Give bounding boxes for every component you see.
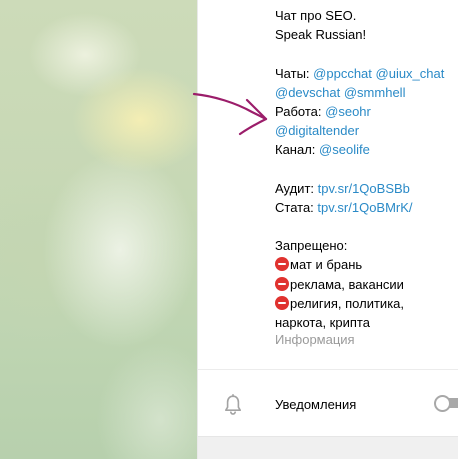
work-line: Работа: @seohr [275,102,457,121]
no-entry-emoji-icon [275,295,289,310]
bell-icon [225,394,241,415]
channel-line: Канал: @seolife [275,140,457,159]
notifications-label: Уведомления [275,397,357,412]
rule-item-1: мат и брань [275,255,457,274]
no-entry-emoji-icon [275,276,289,291]
channel-label: Канал: [275,142,316,158]
section-divider [198,369,458,370]
link-devschat[interactable]: @devschat [275,85,340,100]
forbidden-title: Запрещено: [275,238,348,254]
link-audit[interactable]: tpv.sr/1QoBSBb [318,181,410,196]
rule-item-2: реклама, вакансии [275,275,457,294]
rule-text-1: мат и брань [290,257,363,273]
work-line-2: @digitaltender [275,121,457,140]
stats-line: Стата: tpv.sr/1QoBMrK/ [275,198,457,217]
notifications-toggle[interactable] [434,395,458,412]
link-seohr[interactable]: @seohr [325,104,371,119]
link-stats[interactable]: tpv.sr/1QoBMrK/ [317,200,412,215]
notifications-row[interactable]: Уведомления [198,380,458,426]
info-caption: Информация [275,332,355,347]
no-entry-emoji-icon [275,257,289,272]
channel-info-panel: Чат про SEO. Speak Russian! Чаты: @ppcch… [197,0,458,459]
description-line-2: Speak Russian! [275,27,367,43]
link-ppcchat[interactable]: @ppcchat [313,66,372,81]
chats-line-2: @devschat @smmhell [275,83,457,102]
audit-label: Аудит: [275,180,315,196]
chat-wallpaper [0,0,197,459]
link-uiux-chat[interactable]: @uiux_chat [376,66,445,81]
stats-label: Стата: [275,199,314,215]
chats-line: Чаты: @ppcchat @uiux_chat [275,64,457,83]
description-line-1: Чат про SEO. [275,8,357,23]
link-digitaltender[interactable]: @digitaltender [275,123,359,138]
rule-text-2: реклама, вакансии [290,276,404,292]
link-seolife[interactable]: @seolife [319,142,370,157]
chats-label: Чаты: [275,65,310,81]
audit-line: Аудит: tpv.sr/1QoBSBb [275,179,457,198]
link-smmhell[interactable]: @smmhell [344,85,406,100]
toggle-knob [434,395,451,412]
work-label: Работа: [275,103,322,119]
channel-description: Чат про SEO. Speak Russian! Чаты: @ppcch… [275,6,457,332]
rule-text-3: религия, политика, [290,295,405,311]
rule-item-3-continued: наркота, крипта [275,315,370,330]
rule-item-3: религия, политика, [275,294,457,313]
panel-bottom-strip [198,436,458,459]
